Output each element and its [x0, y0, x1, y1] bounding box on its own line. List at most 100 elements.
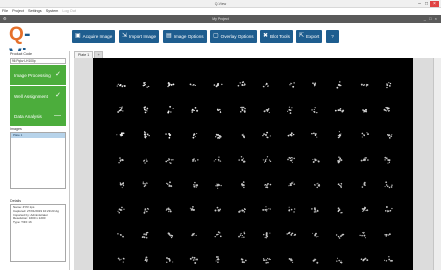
well[interactable]: [361, 181, 366, 188]
images-list-item[interactable]: Plate 1: [11, 133, 65, 138]
well[interactable]: [167, 81, 175, 88]
well[interactable]: [166, 257, 174, 263]
well[interactable]: [262, 131, 271, 139]
well[interactable]: [192, 158, 199, 162]
well[interactable]: [241, 133, 245, 139]
well[interactable]: [360, 83, 369, 87]
maximize-button[interactable]: □: [423, 1, 430, 7]
well[interactable]: [117, 106, 124, 113]
well[interactable]: [237, 81, 246, 87]
well[interactable]: [144, 256, 148, 263]
well[interactable]: [216, 108, 222, 114]
step-well-assignment[interactable]: Well Assignment ✓: [10, 86, 66, 106]
well[interactable]: [214, 231, 222, 238]
import-image-button[interactable]: ⇲ Import Image: [119, 30, 160, 43]
well[interactable]: [383, 106, 390, 112]
well[interactable]: [336, 257, 343, 264]
well[interactable]: [312, 158, 320, 164]
well[interactable]: [361, 206, 369, 212]
well[interactable]: [334, 107, 345, 113]
well[interactable]: [165, 158, 174, 164]
well[interactable]: [240, 106, 246, 113]
well[interactable]: [143, 158, 148, 164]
well[interactable]: [117, 233, 124, 238]
well[interactable]: [287, 132, 295, 137]
well[interactable]: [213, 156, 222, 162]
well[interactable]: [312, 82, 317, 87]
well[interactable]: [214, 206, 221, 212]
well[interactable]: [311, 132, 318, 138]
well[interactable]: [262, 257, 271, 264]
well[interactable]: [286, 231, 297, 237]
well[interactable]: [166, 181, 173, 188]
image-options-button[interactable]: ▤ Image Options: [163, 30, 207, 43]
well[interactable]: [337, 207, 343, 214]
well[interactable]: [238, 156, 246, 163]
project-window-controls[interactable]: _ □ ×: [424, 15, 438, 23]
well[interactable]: [361, 132, 369, 138]
well[interactable]: [262, 82, 269, 88]
well[interactable]: [312, 258, 319, 264]
well[interactable]: [119, 182, 125, 189]
well[interactable]: [262, 206, 271, 212]
well[interactable]: [335, 233, 345, 239]
export-button[interactable]: ⇱ Export: [296, 30, 323, 43]
well[interactable]: [165, 132, 172, 139]
well[interactable]: [189, 83, 196, 87]
well[interactable]: [191, 107, 199, 113]
well[interactable]: [311, 107, 318, 114]
well[interactable]: [288, 181, 296, 187]
step-image-processing[interactable]: Image Processing ✓: [10, 65, 66, 85]
well[interactable]: [337, 182, 343, 189]
well[interactable]: [288, 206, 296, 213]
well[interactable]: [311, 207, 319, 213]
well[interactable]: [287, 156, 295, 163]
well[interactable]: [241, 181, 245, 189]
well[interactable]: [116, 132, 125, 137]
well[interactable]: [143, 207, 150, 214]
well[interactable]: [287, 106, 293, 114]
images-list[interactable]: Plate 1: [10, 132, 66, 189]
tab-plate-1[interactable]: Plate 1: [74, 51, 94, 58]
well[interactable]: [264, 183, 272, 189]
well[interactable]: [288, 258, 294, 263]
well[interactable]: [386, 82, 392, 89]
well[interactable]: [359, 231, 366, 239]
well[interactable]: [313, 182, 321, 189]
well[interactable]: [238, 208, 246, 213]
well[interactable]: [167, 232, 174, 239]
well[interactable]: [116, 83, 126, 88]
well[interactable]: [192, 133, 198, 139]
well[interactable]: [117, 206, 125, 214]
well[interactable]: [387, 134, 393, 139]
blot-tools-button[interactable]: ✖ Blot Tools: [260, 30, 293, 43]
well[interactable]: [213, 82, 223, 88]
add-tab-button[interactable]: +: [94, 51, 104, 58]
menu-project[interactable]: Project: [12, 8, 24, 15]
well[interactable]: [143, 131, 150, 139]
well[interactable]: [189, 206, 195, 211]
well[interactable]: [215, 256, 220, 263]
well[interactable]: [193, 181, 199, 188]
well[interactable]: [312, 232, 319, 238]
vertical-scrollbar[interactable]: [433, 58, 441, 270]
close-button[interactable]: ×: [430, 1, 439, 7]
menu-file[interactable]: File: [2, 8, 8, 15]
well[interactable]: [289, 82, 295, 88]
well[interactable]: [337, 131, 342, 139]
menu-settings[interactable]: Settings: [28, 8, 42, 15]
well[interactable]: [191, 232, 197, 237]
minimize-button[interactable]: –: [416, 1, 423, 7]
well[interactable]: [143, 106, 149, 114]
help-button[interactable]: ?: [326, 30, 339, 43]
well[interactable]: [215, 133, 222, 139]
well[interactable]: [167, 105, 174, 114]
overlay-options-button[interactable]: ▢ Overlay Options: [210, 30, 257, 43]
well[interactable]: [360, 156, 369, 162]
well[interactable]: [384, 181, 393, 189]
well[interactable]: [117, 257, 125, 263]
well[interactable]: [118, 157, 124, 164]
well[interactable]: [336, 81, 342, 89]
product-code-field[interactable]: 96 Pqkv LH100p: [10, 58, 66, 64]
well[interactable]: [362, 108, 368, 113]
